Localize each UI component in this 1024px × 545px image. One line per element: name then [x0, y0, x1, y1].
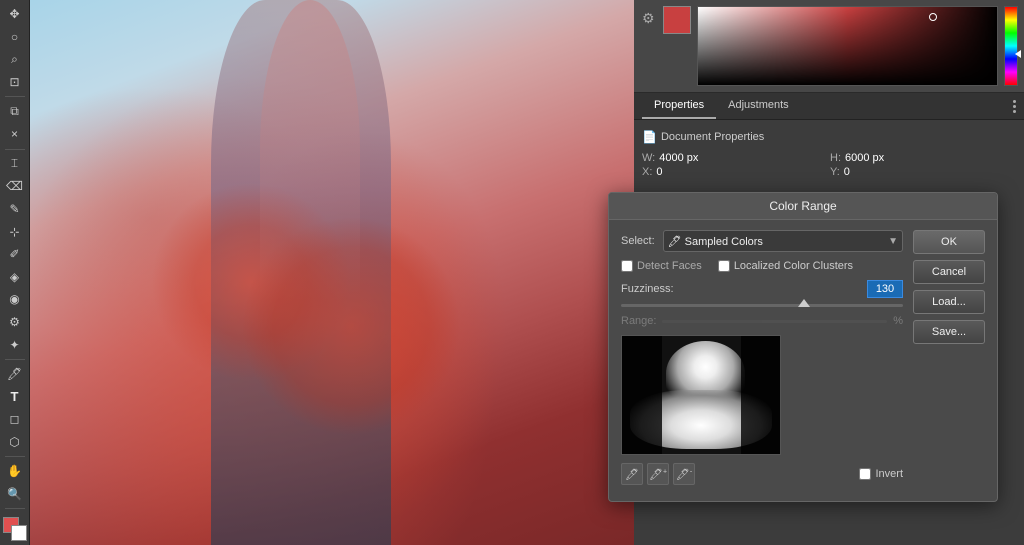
detect-faces-checkbox[interactable]: Detect Faces [621, 260, 702, 272]
dialog-title: Color Range [609, 193, 997, 220]
load-button[interactable]: Load... [913, 290, 985, 314]
checkboxes-row: Detect Faces Localized Color Clusters [621, 260, 903, 272]
prop-y: Y: 0 [830, 166, 1016, 178]
eyedropper-subtract-icon: 🖊- [676, 468, 692, 481]
tab-properties[interactable]: Properties [642, 93, 716, 119]
tool-eraser[interactable]: ◈ [3, 266, 27, 287]
canvas-image [30, 0, 634, 545]
prop-height: H: 6000 px [830, 152, 1016, 164]
fg-bg-colors[interactable] [3, 517, 27, 541]
localized-color-clusters-label: Localized Color Clusters [734, 260, 853, 272]
separator-4 [5, 456, 25, 457]
range-row: Range: % [621, 315, 903, 327]
localized-color-clusters-checkbox[interactable]: Localized Color Clusters [718, 260, 853, 272]
hue-cursor [1003, 50, 1021, 58]
panel-tabs-left: Properties Adjustments [642, 93, 801, 119]
separator-5 [5, 508, 25, 509]
range-label: Range: [621, 315, 656, 327]
separator-3 [5, 359, 25, 360]
select-value: 🖊 Sampled Colors [668, 235, 763, 248]
tool-slice[interactable]: × [3, 124, 27, 145]
settings-icon[interactable]: ⚙ [640, 8, 657, 29]
doc-properties: W: 4000 px H: 6000 px X: 0 Y: 0 [642, 152, 1016, 178]
tool-type[interactable]: T [3, 386, 27, 407]
tool-marquee-ellipse[interactable]: ○ [3, 27, 27, 48]
tool-brush[interactable]: ✎ [3, 199, 27, 220]
eyedropper-add-button[interactable]: 🖊+ [647, 463, 669, 485]
dialog-body: Select: 🖊 Sampled Colors ▼ Detect Faces … [609, 220, 997, 501]
preview-image [621, 335, 781, 455]
color-range-dialog: Color Range Select: 🖊 Sampled Colors ▼ D… [608, 192, 998, 502]
fuzziness-label: Fuzziness: [621, 283, 674, 295]
fuzziness-slider-track[interactable] [621, 304, 903, 307]
eyedropper-add-icon: 🖊+ [649, 468, 667, 481]
range-slider-track[interactable] [662, 320, 887, 323]
tool-move[interactable]: ✥ [3, 4, 27, 25]
eyedropper-icon: 🖊 [625, 468, 639, 481]
preview-bg [622, 336, 780, 454]
invert-input[interactable] [859, 468, 871, 480]
preview-dark-left [622, 336, 662, 454]
fuzziness-row: Fuzziness: 130 [621, 280, 903, 298]
document-title: 📄 Document Properties [642, 128, 1016, 146]
tool-healing[interactable]: ⌫ [3, 176, 27, 197]
chevron-down-icon: ▼ [888, 236, 898, 247]
prop-x: X: 0 [642, 166, 828, 178]
tool-crop[interactable]: ⧉ [3, 101, 27, 122]
detect-faces-input[interactable] [621, 260, 633, 272]
detect-faces-label: Detect Faces [637, 260, 702, 272]
tool-history-brush[interactable]: ✐ [3, 244, 27, 265]
localized-color-clusters-input[interactable] [718, 260, 730, 272]
eyedropper-tools: 🖊 🖊+ 🖊- Invert [621, 463, 903, 485]
select-row: Select: 🖊 Sampled Colors ▼ [621, 230, 903, 252]
tool-lasso[interactable]: ⌕ [3, 49, 27, 70]
tool-clone[interactable]: ⊹ [3, 221, 27, 242]
tool-pen[interactable]: 🖊 [3, 364, 27, 385]
color-swatches [663, 6, 691, 34]
invert-label: Invert [875, 468, 903, 480]
save-button[interactable]: Save... [913, 320, 985, 344]
properties-content: 📄 Document Properties W: 4000 px H: 6000… [634, 120, 1024, 190]
range-percent: % [893, 315, 903, 327]
spectrum-cursor [929, 13, 937, 21]
tool-colors [3, 517, 27, 541]
preview-dark-right [741, 336, 781, 454]
prop-width: W: 4000 px [642, 152, 828, 164]
select-dropdown[interactable]: 🖊 Sampled Colors ▼ [663, 230, 903, 252]
tool-quick-select[interactable]: ⊡ [3, 72, 27, 93]
fg-swatch[interactable] [663, 6, 691, 34]
panel-menu-icon[interactable] [1013, 100, 1016, 113]
tool-eyedropper[interactable]: ⌶ [3, 153, 27, 174]
background-color[interactable] [11, 525, 27, 541]
left-toolbar: ✥ ○ ⌕ ⊡ ⧉ × ⌶ ⌫ ✎ ⊹ ✐ ◈ ◉ ⚙ ✦ 🖊 T ◻ ⬡ ✋ … [0, 0, 30, 545]
panel-tabs: Properties Adjustments [634, 93, 1024, 120]
cancel-button[interactable]: Cancel [913, 260, 985, 284]
color-picker-area: ⚙ [634, 0, 1024, 93]
dialog-main: Select: 🖊 Sampled Colors ▼ Detect Faces … [621, 230, 903, 491]
tool-gradient[interactable]: ◉ [3, 289, 27, 310]
select-label: Select: [621, 235, 655, 247]
doc-icon: 📄 [642, 130, 657, 144]
tab-adjustments[interactable]: Adjustments [716, 93, 801, 119]
hair [260, 0, 360, 300]
eyedropper-button[interactable]: 🖊 [621, 463, 643, 485]
hue-bar[interactable] [1004, 6, 1018, 86]
ok-button[interactable]: OK [913, 230, 985, 254]
tool-shape[interactable]: ⬡ [3, 432, 27, 453]
separator-1 [5, 96, 25, 97]
invert-checkbox[interactable]: Invert [859, 463, 903, 485]
fuzziness-input[interactable]: 130 [867, 280, 903, 298]
eyedropper-subtract-button[interactable]: 🖊- [673, 463, 695, 485]
tool-blur[interactable]: ⚙ [3, 312, 27, 333]
dialog-actions: OK Cancel Load... Save... [913, 230, 985, 491]
tool-path-select[interactable]: ◻ [3, 409, 27, 430]
fuzziness-slider-container [621, 302, 903, 315]
separator-2 [5, 149, 25, 150]
tool-hand[interactable]: ✋ [3, 461, 27, 482]
color-spectrum[interactable] [697, 6, 998, 86]
tool-zoom[interactable]: 🔍 [3, 484, 27, 505]
canvas-area [30, 0, 634, 545]
tool-dodge[interactable]: ✦ [3, 334, 27, 355]
fuzziness-slider-thumb[interactable] [798, 299, 810, 307]
